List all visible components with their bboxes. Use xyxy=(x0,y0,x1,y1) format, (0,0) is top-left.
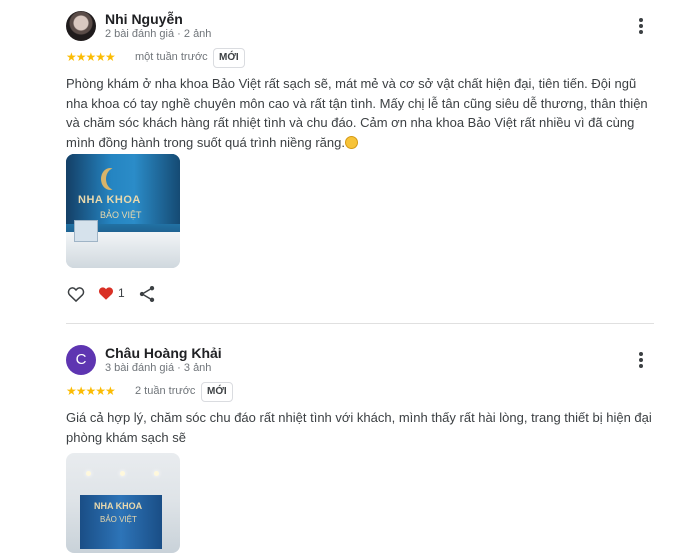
star-rating: ★★★★★ xyxy=(66,384,116,398)
review-text: Phòng khám ở nha khoa Bảo Việt rất sạch … xyxy=(66,74,656,152)
more-vert-icon xyxy=(639,352,643,356)
avatar[interactable] xyxy=(66,11,96,41)
reviewer-name[interactable]: Nhi Nguyễn xyxy=(105,11,183,27)
star-rating: ★★★★★ xyxy=(66,50,116,64)
heart-filled-icon[interactable] xyxy=(97,284,115,302)
photo-sign-text-2: BẢO VIỆT xyxy=(100,210,142,220)
reviewer-name[interactable]: Châu Hoàng Khải xyxy=(105,345,222,361)
photo-sign-text-2: BẢO VIỆT xyxy=(100,515,137,524)
new-badge: MỚI xyxy=(213,48,245,68)
heart-outline-icon[interactable] xyxy=(66,284,86,304)
review-text: Giá cả hợp lý, chăm sóc chu đáo rất nhiệ… xyxy=(66,410,652,445)
review-photo[interactable]: NHA KHOA BẢO VIỆT xyxy=(66,154,180,268)
more-vert-icon xyxy=(639,18,643,22)
avatar[interactable]: C xyxy=(66,345,96,375)
review-time: một tuần trước xyxy=(135,51,208,63)
photo-sign-text: NHA KHOA xyxy=(94,501,143,511)
more-options-button[interactable] xyxy=(635,350,647,370)
more-options-button[interactable] xyxy=(635,16,647,36)
smiling-face-emoji-icon xyxy=(344,135,358,149)
logo-moon-icon xyxy=(106,168,124,190)
new-badge: MỚI xyxy=(201,382,233,402)
reviewer-meta: 2 bài đánh giá · 2 ảnh xyxy=(105,28,212,40)
photo-sign-text: NHA KHOA xyxy=(78,194,141,206)
review-photo[interactable]: NHA KHOA BẢO VIỆT xyxy=(66,453,180,553)
share-icon[interactable] xyxy=(137,284,157,304)
like-count: 1 xyxy=(118,286,125,300)
review-time: 2 tuần trước xyxy=(135,385,196,397)
reviewer-meta: 3 bài đánh giá · 3 ảnh xyxy=(105,362,212,374)
review-divider xyxy=(66,323,654,324)
